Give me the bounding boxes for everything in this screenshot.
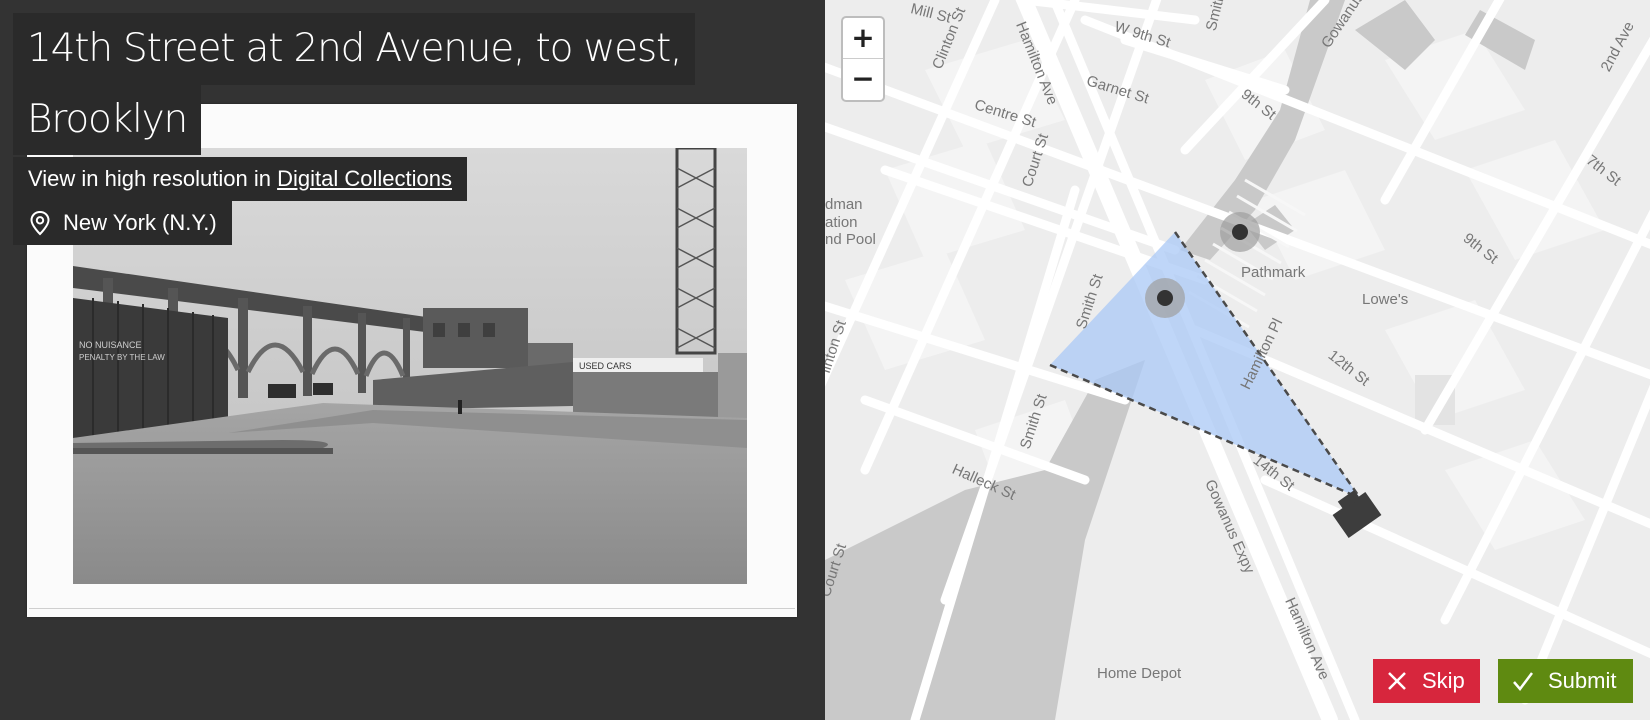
fence-sign-1: NO NUISANCE bbox=[79, 340, 142, 350]
street-map[interactable] bbox=[825, 0, 1650, 720]
map-label-pool-2: ation bbox=[825, 214, 858, 231]
high-resolution-note: View in high resolution in Digital Colle… bbox=[13, 157, 467, 201]
location-tag: New York (N.Y.) bbox=[13, 201, 232, 245]
zoom-control: + − bbox=[841, 16, 885, 102]
photo-title-line-2: Brooklyn bbox=[13, 85, 202, 155]
digital-collections-link[interactable]: Digital Collections bbox=[277, 166, 452, 191]
zoom-out-button[interactable]: − bbox=[843, 59, 883, 100]
view-cone-handle-right[interactable] bbox=[1220, 212, 1260, 252]
map-label-home-depot: Home Depot bbox=[1097, 665, 1182, 682]
map-label-pool-1: dman bbox=[825, 196, 863, 213]
submit-label: Submit bbox=[1548, 668, 1617, 693]
map-label-pool-3: nd Pool bbox=[825, 231, 876, 248]
photo-title-line-1: 14th Street at 2nd Avenue, to west, bbox=[13, 13, 696, 85]
view-cone-handle-left[interactable] bbox=[1145, 278, 1185, 318]
map-view[interactable]: Mill St Clinton St Hamilton Ave W 9th St… bbox=[825, 0, 1650, 720]
close-icon bbox=[1388, 672, 1406, 690]
high-resolution-prefix: View in high resolution in bbox=[28, 166, 278, 191]
fence-sign-2: PENALTY BY THE LAW bbox=[79, 353, 165, 362]
skip-label: Skip bbox=[1422, 668, 1465, 693]
map-pin-icon bbox=[30, 210, 50, 236]
photo-panel: NO NUISANCE PENALTY BY THE LAW USED CARS bbox=[0, 0, 825, 720]
skip-button[interactable]: Skip bbox=[1373, 659, 1480, 703]
used-cars-sign: USED CARS bbox=[579, 361, 632, 371]
map-label-pathmark: Pathmark bbox=[1241, 264, 1306, 281]
location-label: New York (N.Y.) bbox=[63, 210, 217, 235]
zoom-in-button[interactable]: + bbox=[843, 18, 883, 59]
submit-button[interactable]: Submit bbox=[1498, 659, 1633, 703]
map-label-lowes: Lowe's bbox=[1362, 291, 1409, 308]
checkmark-icon bbox=[1513, 672, 1533, 691]
